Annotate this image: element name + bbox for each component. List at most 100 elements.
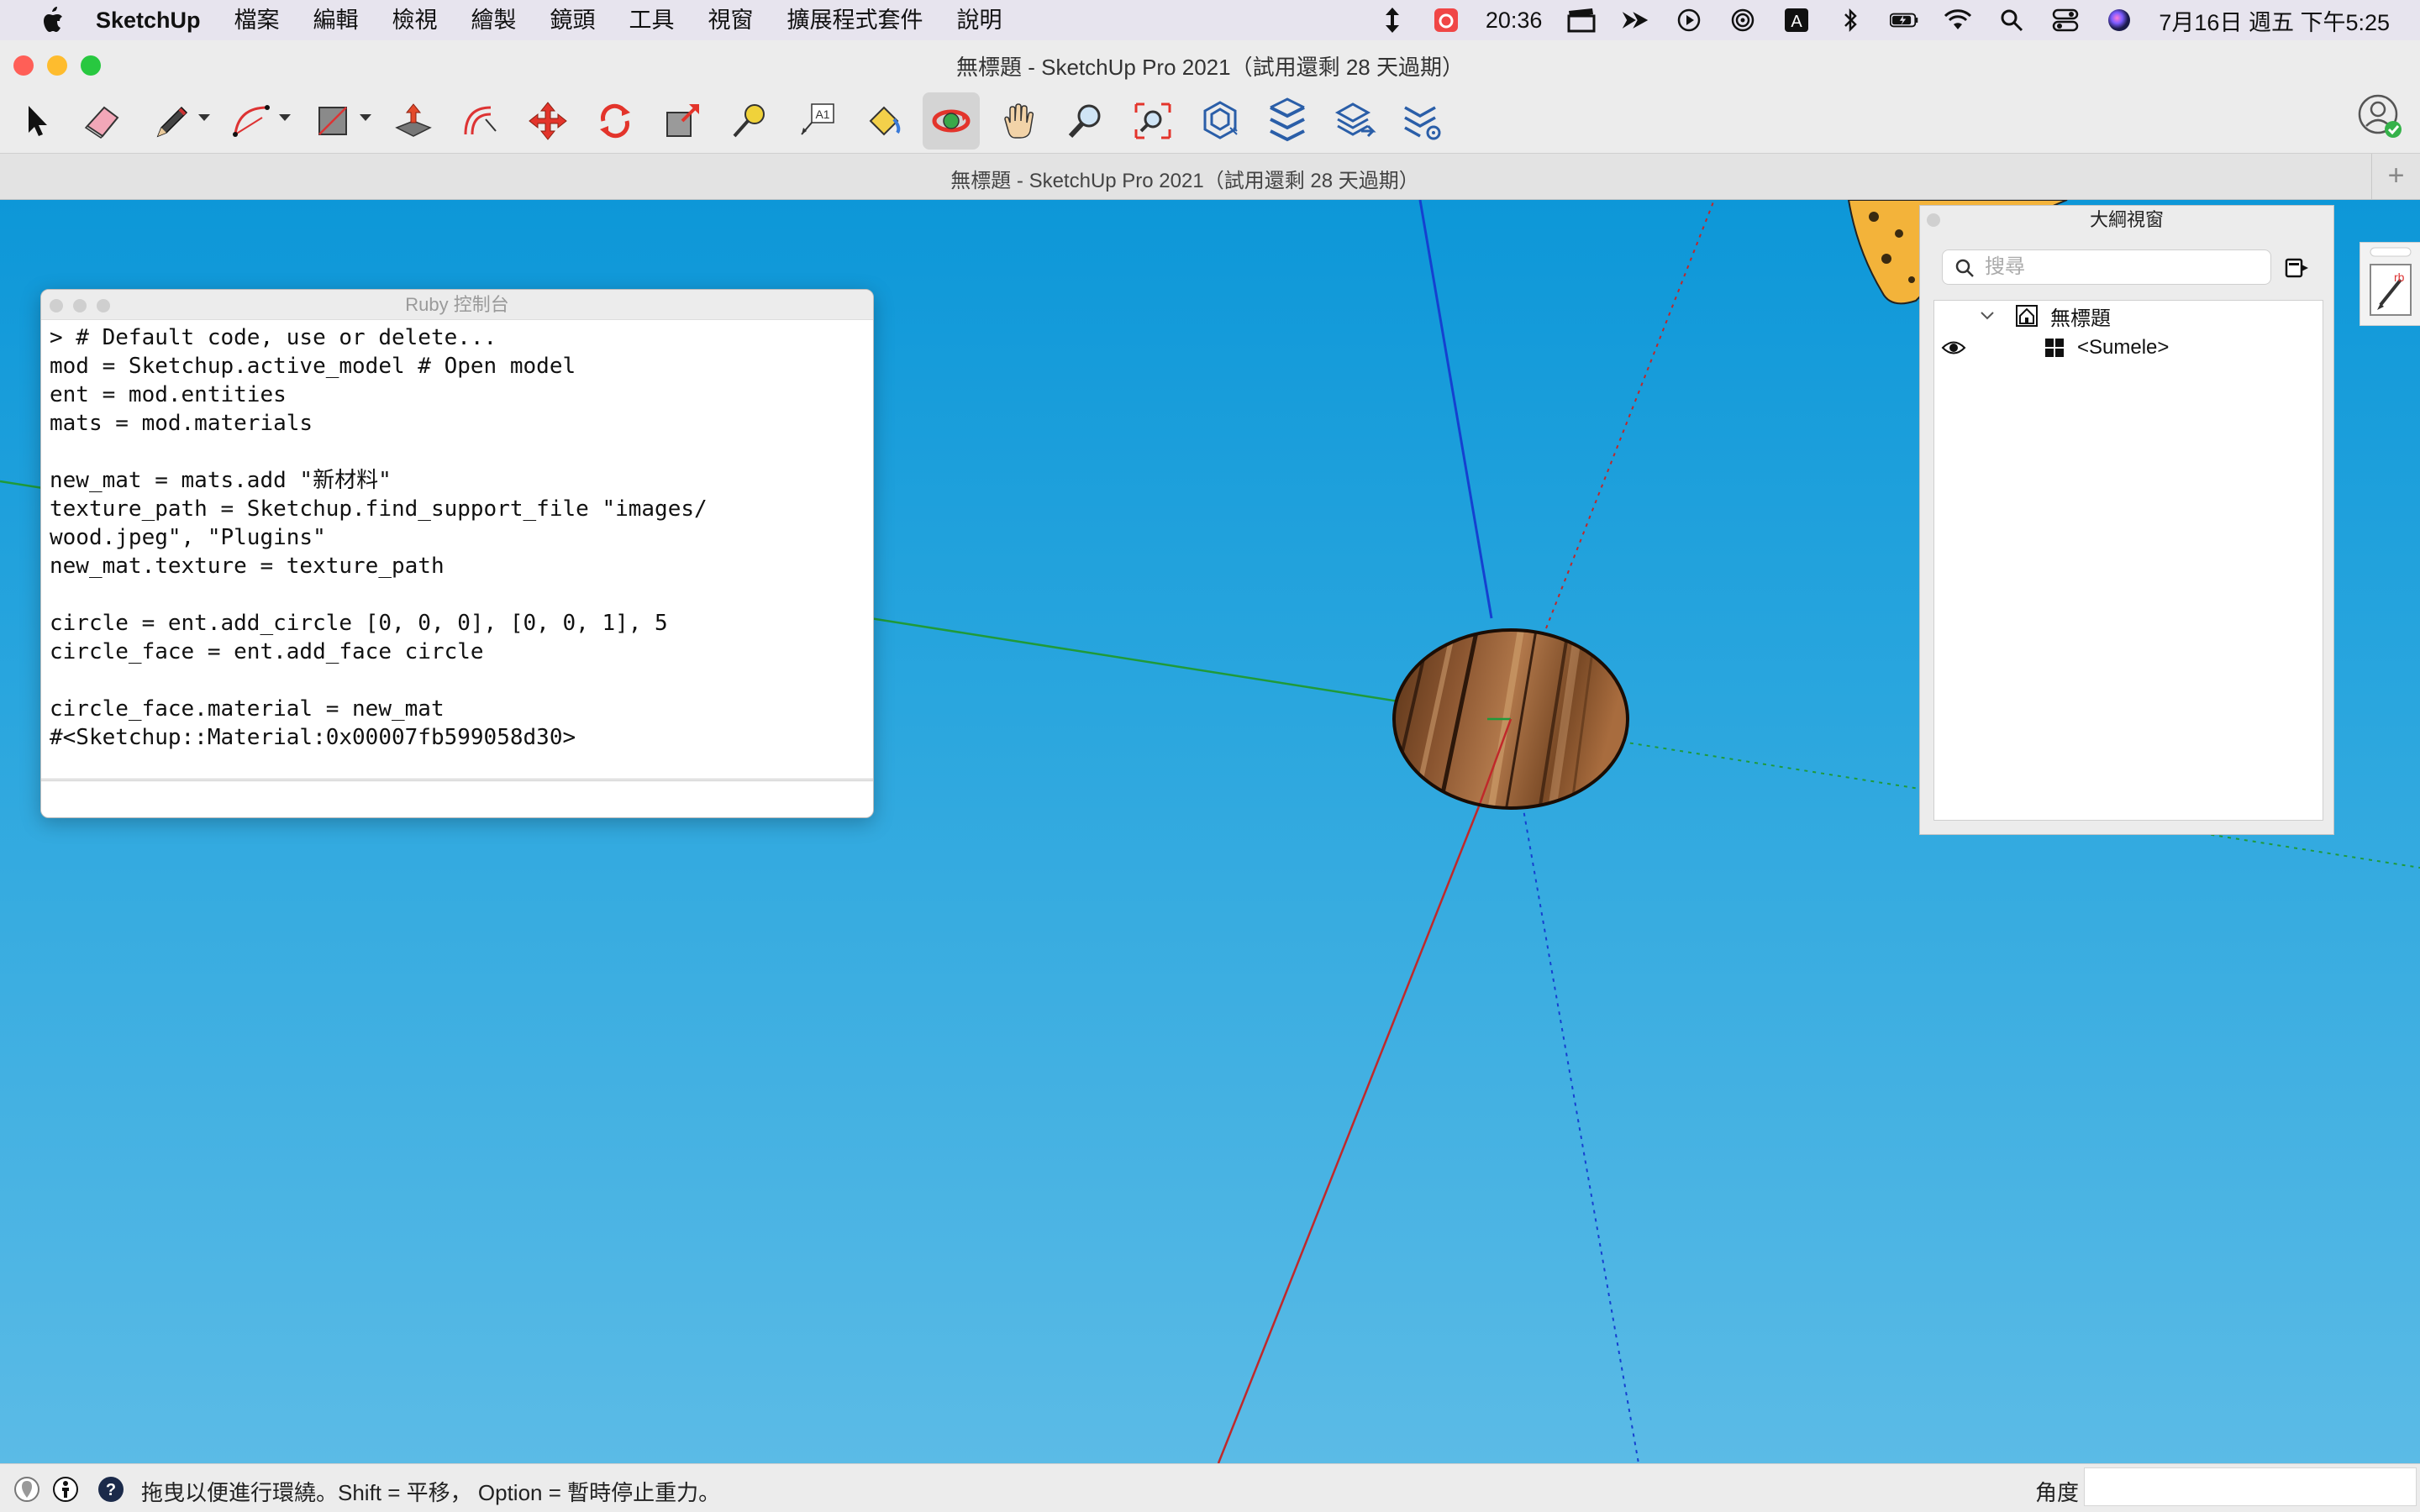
line-tool-button[interactable] (145, 92, 202, 150)
menu-draw[interactable]: 繪製 (455, 0, 534, 40)
chevron-down-icon[interactable] (1978, 307, 1996, 325)
battery-icon[interactable] (1890, 6, 1918, 34)
zoom-extents-icon (1134, 102, 1171, 139)
measurements-box[interactable] (2084, 1467, 2417, 1506)
menu-camera[interactable]: 鏡頭 (534, 0, 613, 40)
outliner-close-button[interactable] (1927, 213, 1940, 227)
paint-bucket-icon (869, 106, 901, 136)
vertical-arrows-icon[interactable] (1378, 6, 1407, 34)
menu-view[interactable]: 檢視 (376, 0, 455, 40)
default-tray-tab[interactable]: rb (2360, 242, 2420, 326)
main-toolbar: A1 (0, 89, 2420, 153)
outliner-tree[interactable]: 無標題 <Sumele> (1933, 300, 2323, 821)
tape-measure-icon (733, 104, 765, 138)
menu-edit[interactable]: 編輯 (297, 0, 376, 40)
outliner-search-box[interactable] (1942, 249, 2271, 285)
ruby-console-minimize-button[interactable] (73, 299, 87, 312)
paint-bucket-tool-button[interactable] (855, 92, 913, 150)
outliner-component-row[interactable]: <Sumele> (1941, 333, 2169, 363)
clapper-icon[interactable] (1567, 6, 1596, 34)
push-pull-tool-button[interactable] (385, 92, 442, 150)
push-pull-icon (395, 103, 432, 137)
select-tool-button[interactable] (7, 92, 64, 150)
zoom-extents-tool-button[interactable] (1124, 92, 1181, 150)
status-hint-text: 拖曳以便進行環繞。Shift = 平移， Option = 暫時停止重力。 (141, 1480, 721, 1505)
zoom-tool-button[interactable] (1057, 92, 1114, 150)
text-tool-button[interactable]: A1 (788, 92, 845, 150)
ruby-console-window[interactable]: Ruby 控制台 > # Default code, use or delete… (40, 289, 874, 818)
arc-tool-menu-caret[interactable] (279, 114, 291, 121)
menu-window[interactable]: 視窗 (692, 0, 771, 40)
outliner-panel[interactable]: 大綱視窗 無標題 <Sumele> (1919, 205, 2334, 835)
wifi-icon[interactable] (1944, 6, 1972, 34)
outliner-model-row[interactable]: 無標題 (1978, 301, 2111, 331)
airdrop-icon[interactable] (1728, 6, 1757, 34)
ruby-console-input[interactable] (41, 779, 873, 817)
menu-clock[interactable]: 7月16日 週五 下午5:25 (2159, 4, 2390, 37)
eraser-tool-button[interactable] (74, 92, 131, 150)
magnifier-icon (1068, 104, 1101, 139)
ruby-console-close-button[interactable] (50, 299, 63, 312)
help-icon[interactable]: ? (97, 1476, 124, 1503)
outliner-title: 大綱視窗 (2089, 209, 2164, 230)
extension-warehouse-tool-button[interactable] (1259, 92, 1316, 150)
offset-icon (464, 106, 497, 135)
wood-textured-circle-face[interactable] (1386, 620, 1629, 822)
offset-tool-button[interactable] (452, 92, 509, 150)
move-tool-button[interactable] (519, 92, 576, 150)
speed-arrow-icon[interactable] (1621, 6, 1649, 34)
document-tab[interactable]: 無標題 - SketchUp Pro 2021（試用還剩 28 天過期） (0, 164, 2370, 193)
send-to-layout-tool-button[interactable] (1326, 92, 1383, 150)
eye-visibility-icon[interactable] (1941, 339, 1966, 357)
apple-menu-icon[interactable] (34, 2, 71, 39)
arc-tool-button[interactable] (224, 92, 281, 150)
rotate-tool-button[interactable] (587, 92, 644, 150)
blue-axis-hidden (1522, 804, 1639, 1463)
siri-icon[interactable] (2105, 6, 2133, 34)
bluetooth-icon[interactable] (1836, 6, 1865, 34)
orbit-tool-button[interactable] (923, 92, 980, 150)
outliner-details-icon[interactable] (2281, 253, 2312, 283)
line-tool-menu-caret[interactable] (198, 114, 210, 121)
outliner-component-name: <Sumele> (2077, 336, 2170, 359)
ruby-console-zoom-button[interactable] (97, 299, 110, 312)
input-method-icon[interactable]: A (1782, 6, 1811, 34)
rectangle-tool-menu-caret[interactable] (360, 114, 371, 121)
svg-text:rb: rb (2394, 270, 2405, 284)
tape-measure-tool-button[interactable] (721, 92, 778, 150)
pencil-icon (156, 106, 188, 138)
menu-extensions[interactable]: 擴展程式套件 (771, 0, 940, 40)
credits-icon[interactable] (52, 1476, 79, 1503)
rotate-icon (600, 103, 630, 139)
document-tab-bar: 無標題 - SketchUp Pro 2021（試用還剩 28 天過期） + (0, 153, 2420, 200)
new-tab-button[interactable]: + (2371, 154, 2420, 199)
outliner-search-input[interactable] (1985, 254, 2262, 281)
play-circle-icon[interactable] (1675, 6, 1703, 34)
pan-tool-button[interactable] (990, 92, 1047, 150)
geo-location-icon[interactable] (13, 1476, 40, 1503)
control-center-icon[interactable] (2051, 6, 2080, 34)
menu-tools[interactable]: 工具 (613, 0, 692, 40)
timer-text[interactable]: 20:36 (1486, 8, 1543, 34)
ruby-console-title-bar[interactable]: Ruby 控制台 (41, 290, 873, 320)
component-icon (2045, 339, 2064, 357)
window-title: 無標題 - SketchUp Pro 2021（試用還剩 28 天過期） (956, 55, 1464, 80)
move-arrows-icon (529, 102, 567, 140)
extension-manager-tool-button[interactable] (1393, 92, 1450, 150)
menu-help[interactable]: 說明 (940, 0, 1019, 40)
spotlight-search-icon[interactable] (1997, 6, 2026, 34)
extension-warehouse-icon (1270, 97, 1305, 142)
calendar-app-icon[interactable] (1432, 6, 1460, 34)
menu-extras: 20:36 A 7月16日 週五 下午5:25 (1378, 0, 2390, 40)
red-axis (1217, 806, 1481, 1463)
account-button[interactable] (2356, 92, 2403, 139)
extension-manager-icon (1404, 106, 1441, 140)
menu-file[interactable]: 檔案 (218, 0, 297, 40)
rectangle-tool-button[interactable] (304, 92, 361, 150)
model-house-icon (2016, 305, 2038, 327)
warehouse-tool-button[interactable] (1192, 92, 1249, 150)
ruby-console-output[interactable]: > # Default code, use or delete... mod =… (41, 320, 873, 774)
scale-tool-button[interactable] (654, 92, 711, 150)
rectangle-icon (318, 107, 347, 135)
menu-app-sketchup[interactable]: SketchUp (71, 0, 218, 40)
